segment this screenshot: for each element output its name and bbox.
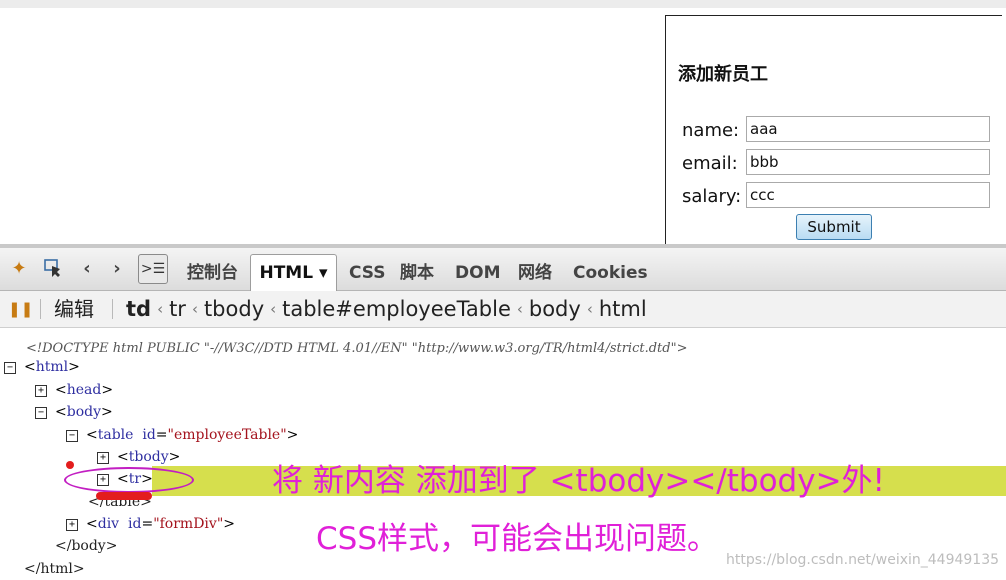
breadcrumb-item-td[interactable]: td: [126, 295, 151, 323]
tree-node-body[interactable]: − <body>: [35, 401, 155, 423]
salary-label: salary:: [682, 186, 742, 207]
divider: [40, 299, 41, 319]
collapse-icon[interactable]: −: [4, 362, 16, 374]
breadcrumb-item-tr[interactable]: tr: [169, 295, 186, 323]
breadcrumb-item-table[interactable]: table#employeeTable: [282, 295, 511, 323]
divider: [112, 299, 113, 319]
doctype-node: <!DOCTYPE html PUBLIC "-//W3C//DTD HTML …: [26, 341, 688, 356]
devtools-toolbar: ✦ ‹ › >☰ 控制台 HTML ▾ CSS 脚本 DOM 网络 Cookie…: [0, 248, 1006, 291]
tree-node-head[interactable]: + <head>: [35, 379, 155, 401]
expand-icon[interactable]: +: [97, 452, 109, 464]
tag-name: head: [66, 382, 102, 398]
tab-net[interactable]: 网络: [518, 256, 552, 290]
submit-button[interactable]: Submit: [796, 214, 872, 240]
email-row: email:: [666, 149, 1002, 177]
tree-node-body-close: </body>: [55, 538, 118, 554]
breadcrumb: td ‹ tr ‹ tbody ‹ table#employeeTable ‹ body ‹ htm…: [126, 295, 647, 323]
tree-node-html[interactable]: − <html>: [4, 356, 124, 378]
tag-name: html: [35, 359, 69, 375]
attr-name: id: [128, 516, 142, 532]
email-label: email:: [682, 153, 738, 174]
salary-row: salary:: [666, 182, 1002, 210]
breadcrumb-separator-icon: ‹: [157, 300, 164, 318]
browser-top-strip: [0, 0, 1006, 8]
tab-console[interactable]: 控制台: [187, 256, 238, 290]
tab-dom[interactable]: DOM: [455, 256, 500, 290]
inspect-element-icon[interactable]: [42, 258, 64, 280]
tab-script[interactable]: 脚本: [400, 256, 434, 290]
command-line-icon[interactable]: >☰: [138, 254, 168, 284]
forward-arrow-icon[interactable]: ›: [106, 258, 128, 280]
name-input[interactable]: [746, 116, 990, 142]
tree-node-tbody[interactable]: + <tbody>: [97, 446, 217, 468]
name-label: name:: [682, 120, 740, 141]
tag-name: body: [66, 404, 101, 420]
annotation-text-1: 将 新内容 添加到了 <tbody></tbody>外!: [272, 463, 885, 499]
tab-html[interactable]: HTML ▾: [250, 254, 337, 291]
annotation-text-2: CSS样式，可能会出现问题。: [316, 521, 718, 557]
breadcrumb-separator-icon: ‹: [516, 300, 523, 318]
collapse-icon[interactable]: −: [66, 430, 78, 442]
tag-name: div: [97, 516, 120, 532]
annotation-dot: [66, 461, 74, 469]
breadcrumb-separator-icon: ‹: [191, 300, 198, 318]
tree-node-table[interactable]: − <table id="employeeTable">: [66, 424, 366, 446]
tag-name: table: [97, 427, 134, 443]
tree-node-div[interactable]: + <div id="formDiv">: [66, 513, 306, 535]
breadcrumb-separator-icon: ‹: [586, 300, 593, 318]
expand-icon[interactable]: +: [66, 519, 78, 531]
breadcrumb-item-tbody[interactable]: tbody: [204, 295, 264, 323]
edit-button[interactable]: 编辑: [54, 295, 94, 323]
breadcrumb-item-html[interactable]: html: [599, 295, 647, 323]
breadcrumb-item-body[interactable]: body: [529, 295, 581, 323]
breadcrumb-separator-icon: ‹: [270, 300, 277, 318]
break-on-mutate-icon[interactable]: ❚❚: [8, 299, 33, 319]
watermark: https://blog.csdn.net/weixin_44949135: [726, 552, 1000, 568]
breadcrumb-bar: ❚❚ 编辑 td ‹ tr ‹ tbody ‹ table#employeeTable ‹ bo…: [0, 291, 1006, 328]
back-arrow-icon[interactable]: ‹: [76, 258, 98, 280]
attr-value: "formDiv": [153, 516, 224, 532]
expand-icon[interactable]: +: [35, 385, 47, 397]
email-input[interactable]: [746, 149, 990, 175]
attr-name: id: [142, 427, 156, 443]
tab-css[interactable]: CSS: [349, 256, 386, 290]
collapse-icon[interactable]: −: [35, 407, 47, 419]
add-employee-form: 添加新员工 name: email: salary: Submit: [665, 15, 1002, 257]
annotation-ellipse: [64, 467, 194, 493]
salary-input[interactable]: [746, 182, 990, 208]
annotation-underline: [96, 492, 152, 500]
firebug-icon[interactable]: ✦: [8, 258, 30, 280]
form-title: 添加新员工: [678, 64, 768, 85]
tree-node-html-close: </html>: [24, 561, 85, 577]
name-row: name:: [666, 116, 1002, 144]
tag-name: tbody: [128, 449, 169, 465]
tab-cookies[interactable]: Cookies: [573, 256, 648, 290]
attr-value: "employeeTable": [167, 427, 287, 443]
